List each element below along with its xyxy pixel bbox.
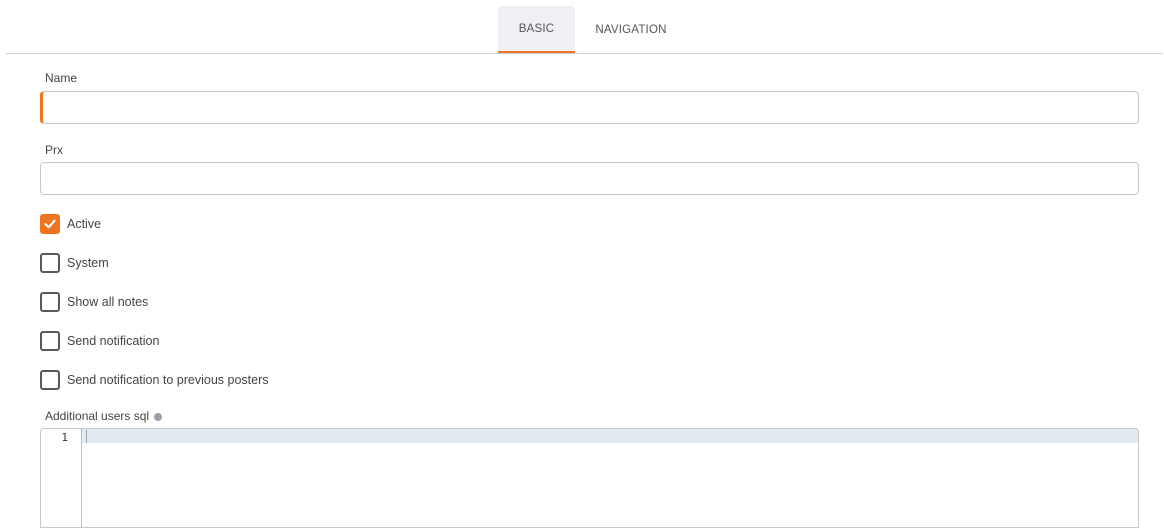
system-checkbox[interactable]	[40, 253, 60, 273]
send-notification-previous-checkbox-row[interactable]: Send notification to previous posters	[40, 370, 269, 390]
system-label: System	[67, 256, 109, 270]
send-notification-checkbox-row[interactable]: Send notification	[40, 331, 159, 351]
prx-label: Prx	[45, 143, 63, 157]
prx-input[interactable]	[40, 162, 1139, 195]
additional-users-sql-label: Additional users sql	[45, 409, 163, 423]
tab-bar: BASIC NAVIGATION	[6, 0, 1163, 54]
active-label: Active	[67, 217, 102, 231]
show-all-notes-label: Show all notes	[67, 295, 149, 309]
info-icon[interactable]	[154, 412, 163, 421]
sql-code-editor[interactable]: 1	[40, 428, 1139, 528]
show-all-notes-checkbox[interactable]	[40, 292, 60, 312]
additional-users-sql-label-text: Additional users sql	[45, 409, 150, 423]
editor-gutter: 1	[41, 429, 82, 527]
show-all-notes-checkbox-row[interactable]: Show all notes	[40, 292, 148, 312]
editor-active-line	[82, 429, 1138, 443]
name-label: Name	[45, 71, 78, 85]
tab-navigation[interactable]: NAVIGATION	[583, 6, 679, 53]
tab-basic[interactable]: BASIC	[498, 6, 575, 53]
send-notification-previous-checkbox[interactable]	[40, 370, 60, 390]
send-notification-previous-label: Send notification to previous posters	[67, 373, 269, 387]
active-checkbox-row[interactable]: Active	[40, 214, 101, 234]
name-input[interactable]	[40, 91, 1139, 124]
active-checkbox[interactable]	[40, 214, 60, 234]
send-notification-label: Send notification	[67, 334, 160, 348]
line-number: 1	[61, 431, 68, 444]
check-icon	[44, 219, 56, 229]
send-notification-checkbox[interactable]	[40, 331, 60, 351]
system-checkbox-row[interactable]: System	[40, 253, 109, 273]
editor-cursor	[86, 430, 87, 443]
